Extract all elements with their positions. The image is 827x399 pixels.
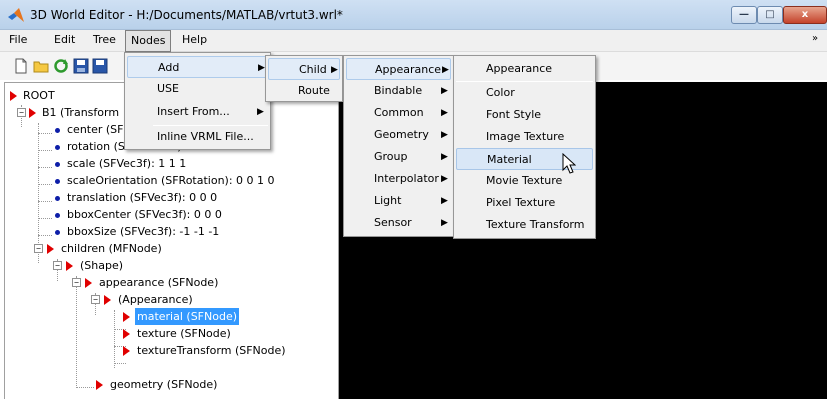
add-submenu: Child ▶ Route	[265, 55, 343, 102]
menu-item-use[interactable]: USE	[127, 78, 268, 100]
selected-node-label: material (SFNode)	[135, 308, 240, 325]
matlab-logo-icon	[8, 8, 24, 22]
mouse-pointer-icon	[562, 153, 576, 174]
submenu-arrow-icon: ▶	[441, 218, 448, 228]
menu-item-common[interactable]: Common ▶	[346, 102, 451, 124]
menu-edit[interactable]: Edit	[54, 33, 75, 46]
menubar-overflow-icon[interactable]: »	[812, 33, 818, 44]
reload-icon[interactable]	[53, 58, 69, 74]
child-submenu: Appearance ▶ Bindable ▶ Common ▶ Geometr…	[343, 55, 454, 237]
tree-field-translation[interactable]: translation (SFVec3f): 0 0 0	[5, 189, 335, 206]
field-dot-icon	[55, 213, 60, 218]
tree-node-texture-transform[interactable]: textureTransform (SFNode)	[5, 342, 335, 359]
node-triangle-icon	[66, 261, 73, 271]
tree-node-children[interactable]: − children (MFNode)	[5, 240, 335, 257]
node-triangle-icon	[96, 380, 103, 390]
open-folder-icon[interactable]	[33, 58, 49, 74]
node-triangle-icon	[104, 295, 111, 305]
menu-item-appearance[interactable]: Appearance	[456, 58, 593, 80]
appearance-submenu: Appearance Color Font Style Image Textur…	[453, 55, 596, 239]
menu-item-route[interactable]: Route	[268, 80, 340, 102]
field-dot-icon	[55, 145, 60, 150]
menu-nodes[interactable]: Nodes	[125, 30, 172, 52]
node-triangle-icon	[47, 244, 54, 254]
menu-bar: File Edit Tree Nodes Help »	[0, 30, 827, 52]
submenu-arrow-icon: ▶	[441, 86, 448, 96]
save-icon[interactable]	[73, 58, 89, 74]
menu-item-add[interactable]: Add ▶	[127, 56, 268, 78]
menu-item-pixel-texture[interactable]: Pixel Texture	[456, 192, 593, 214]
submenu-arrow-icon: ▶	[331, 65, 338, 75]
submenu-arrow-icon: ▶	[441, 174, 448, 184]
menu-item-texture-transform[interactable]: Texture Transform	[456, 214, 593, 236]
field-dot-icon	[55, 196, 60, 201]
nodes-menu: Add ▶ USE Insert From... ▶ Inline VRML F…	[124, 52, 271, 150]
tree-node-material[interactable]: material (SFNode)	[5, 308, 335, 325]
node-triangle-icon	[29, 108, 36, 118]
menu-item-child[interactable]: Child ▶	[268, 58, 340, 80]
submenu-arrow-icon: ▶	[441, 108, 448, 118]
menu-item-font-style[interactable]: Font Style	[456, 104, 593, 126]
menu-item-image-texture[interactable]: Image Texture	[456, 126, 593, 148]
tree-node-appearance-field[interactable]: − appearance (SFNode)	[5, 274, 335, 291]
collapse-icon[interactable]: −	[91, 295, 100, 304]
submenu-arrow-icon: ▶	[258, 63, 265, 73]
close-button[interactable]: x	[783, 6, 827, 24]
collapse-icon[interactable]: −	[72, 278, 81, 287]
node-triangle-icon	[85, 278, 92, 288]
collapse-icon[interactable]: −	[53, 261, 62, 270]
menu-item-light[interactable]: Light ▶	[346, 190, 451, 212]
tree-node-shape[interactable]: − (Shape)	[5, 257, 335, 274]
menu-item-interpolator[interactable]: Interpolator ▶	[346, 168, 451, 190]
submenu-arrow-icon: ▶	[441, 196, 448, 206]
save-as-icon[interactable]	[92, 58, 108, 74]
new-file-icon[interactable]	[13, 58, 29, 74]
menu-tree[interactable]: Tree	[93, 33, 116, 46]
tree-node-geometry[interactable]: geometry (SFNode)	[5, 376, 335, 393]
tree-field-bbox-center[interactable]: bboxCenter (SFVec3f): 0 0 0	[5, 206, 335, 223]
node-triangle-icon	[10, 91, 17, 101]
submenu-arrow-icon: ▶	[257, 107, 264, 117]
menu-file[interactable]: File	[9, 33, 27, 46]
menu-help[interactable]: Help	[182, 33, 207, 46]
minimize-button[interactable]: —	[731, 6, 757, 24]
maximize-button[interactable]: □	[757, 6, 783, 24]
node-triangle-icon	[123, 346, 130, 356]
submenu-arrow-icon: ▶	[441, 130, 448, 140]
tree-field-scale-orientation[interactable]: scaleOrientation (SFRotation): 0 0 1 0	[5, 172, 335, 189]
collapse-icon[interactable]: −	[17, 108, 26, 117]
tree-node-texture[interactable]: texture (SFNode)	[5, 325, 335, 342]
menu-item-inline-vrml[interactable]: Inline VRML File...	[127, 126, 268, 148]
window-title: 3D World Editor - H:/Documents/MATLAB/vr…	[30, 8, 343, 22]
tree-field-scale[interactable]: scale (SFVec3f): 1 1 1	[5, 155, 335, 172]
node-triangle-icon	[123, 312, 130, 322]
tree-node-appearance[interactable]: − (Appearance)	[5, 291, 335, 308]
menu-item-appearance-category[interactable]: Appearance ▶	[346, 58, 451, 80]
menu-item-color[interactable]: Color	[456, 82, 593, 104]
menu-item-geometry[interactable]: Geometry ▶	[346, 124, 451, 146]
node-triangle-icon	[123, 329, 130, 339]
submenu-arrow-icon: ▶	[441, 152, 448, 162]
menu-item-bindable[interactable]: Bindable ▶	[346, 80, 451, 102]
menu-item-insert-from[interactable]: Insert From... ▶	[127, 101, 268, 123]
menu-item-group[interactable]: Group ▶	[346, 146, 451, 168]
menu-item-sensor[interactable]: Sensor ▶	[346, 212, 451, 234]
title-bar: 3D World Editor - H:/Documents/MATLAB/vr…	[0, 0, 827, 30]
field-dot-icon	[55, 230, 60, 235]
submenu-arrow-icon: ▶	[442, 65, 449, 75]
field-dot-icon	[55, 162, 60, 167]
field-dot-icon	[55, 128, 60, 133]
collapse-icon[interactable]: −	[34, 244, 43, 253]
tree-field-bbox-size[interactable]: bboxSize (SFVec3f): -1 -1 -1	[5, 223, 335, 240]
field-dot-icon	[55, 179, 60, 184]
